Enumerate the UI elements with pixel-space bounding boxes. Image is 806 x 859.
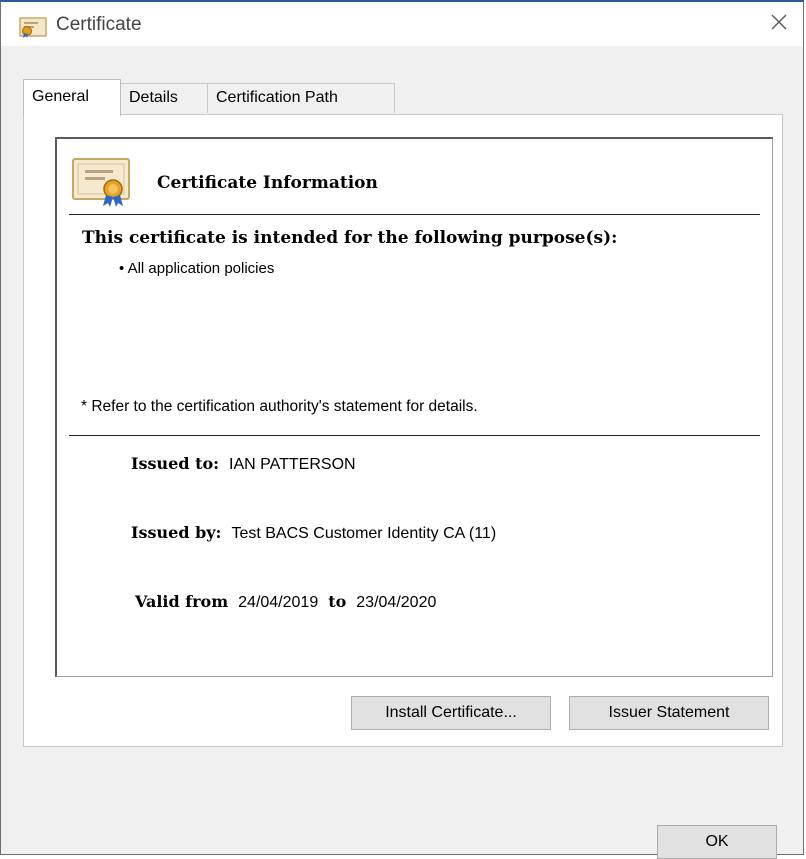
issued-to-row: Issued to: IAN PATTERSON bbox=[131, 454, 356, 474]
install-certificate-button[interactable]: Install Certificate... bbox=[351, 696, 551, 730]
certificate-dialog: Certificate General Details Certificatio… bbox=[0, 0, 804, 859]
tab-label: Certification Path bbox=[216, 89, 338, 106]
valid-to-label: to bbox=[328, 592, 347, 611]
valid-from-value: 24/04/2019 bbox=[238, 594, 319, 611]
window-title: Certificate bbox=[56, 14, 142, 35]
tab-details[interactable]: Details bbox=[120, 83, 208, 113]
purpose-item: • All application policies bbox=[119, 260, 275, 277]
certificate-info-box: Certificate Information This certificate… bbox=[55, 137, 773, 677]
validity-row: Valid from 24/04/2019 to 23/04/2020 bbox=[135, 592, 436, 612]
valid-from-label: Valid from bbox=[135, 592, 229, 611]
divider bbox=[69, 214, 760, 215]
issuer-statement-button[interactable]: Issuer Statement bbox=[569, 696, 769, 730]
purpose-heading: This certificate is intended for the fol… bbox=[82, 228, 618, 248]
certificate-icon bbox=[19, 16, 47, 38]
title-bar: Certificate bbox=[1, 2, 803, 46]
divider bbox=[69, 435, 760, 436]
certificate-icon bbox=[71, 155, 133, 207]
general-tab-panel: Certificate Information This certificate… bbox=[23, 114, 783, 747]
tab-label: General bbox=[32, 88, 89, 105]
issued-by-row: Issued by: Test BACS Customer Identity CA… bbox=[131, 523, 496, 543]
dialog-body: General Details Certification Path Certi… bbox=[1, 46, 803, 859]
certificate-info-heading: Certificate Information bbox=[157, 173, 378, 193]
issued-to-label: Issued to: bbox=[131, 454, 220, 473]
issued-by-label: Issued by: bbox=[131, 523, 222, 542]
issued-to-value: IAN PATTERSON bbox=[229, 456, 356, 473]
close-button[interactable] bbox=[761, 8, 797, 40]
valid-to-value: 23/04/2020 bbox=[356, 594, 437, 611]
authority-note: * Refer to the certification authority's… bbox=[81, 398, 478, 415]
close-icon bbox=[770, 13, 788, 35]
tab-label: Details bbox=[129, 89, 178, 106]
issued-by-value: Test BACS Customer Identity CA (11) bbox=[231, 525, 497, 542]
tab-general[interactable]: General bbox=[23, 79, 121, 116]
ok-button[interactable]: OK bbox=[657, 825, 777, 859]
tab-certification-path[interactable]: Certification Path bbox=[207, 83, 395, 113]
